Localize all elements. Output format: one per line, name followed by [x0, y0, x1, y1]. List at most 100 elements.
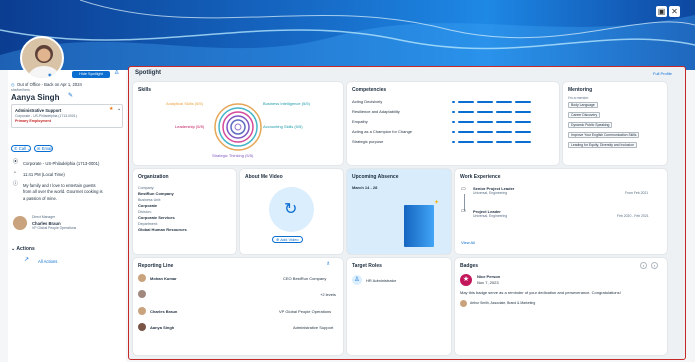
status-text: Out of Office - Back on Apr 1, 2024: [17, 82, 82, 87]
person-icon[interactable]: ♙: [114, 70, 119, 76]
skills-title: Skills: [138, 87, 152, 93]
all-actions-link[interactable]: All Actions: [38, 259, 57, 264]
call-label: Call: [18, 146, 26, 151]
competency-level-segment: [458, 130, 474, 133]
organization-card: Organization Company: BestRun Company Bu…: [133, 169, 236, 254]
header-banner: ▣ ✕: [0, 0, 695, 70]
absence-title: Upcoming Absence: [352, 174, 399, 180]
organization-title: Organization: [138, 174, 169, 180]
competency-level-segment: [515, 100, 531, 103]
actions-toggle[interactable]: ⌄ Actions: [11, 247, 35, 252]
mentor-tag: Leading for Equity, Diversity and Inclus…: [568, 142, 637, 148]
report-title: Administrative Support: [293, 324, 334, 330]
mentoring-title: Mentoring: [568, 87, 593, 93]
competency-name: Strategic purpose: [352, 139, 384, 144]
all-actions-icon: ↗: [24, 257, 30, 263]
job-card[interactable]: Administrative Support Corporate - US-Ph…: [11, 104, 123, 128]
competency-level-segment: [477, 140, 493, 143]
competency-name: Empathy: [352, 119, 368, 124]
profile-sidebar: ◉ Hide Spotlight ♙ ◷ Out of Office - Bac…: [8, 36, 126, 362]
competency-level-segment: [515, 110, 531, 113]
sparkle-icon: ✦: [434, 200, 440, 206]
report-name[interactable]: Mohan Kumar: [150, 276, 177, 281]
job-title: Administrative Support: [15, 108, 62, 113]
badges-title: Badges: [460, 263, 479, 269]
giver-avatar: [460, 300, 467, 307]
banner-art: [0, 0, 695, 70]
actions-title: Actions: [16, 246, 35, 252]
competency-level-segment: [477, 100, 493, 103]
full-profile-link[interactable]: Full Profile: [653, 71, 672, 76]
avatar: [138, 290, 146, 298]
report-title[interactable]: +2 levels: [320, 292, 336, 297]
mentor-tag: Improve Your English Communication Skill…: [568, 132, 640, 138]
location-text: Corporate - US-Philadelphia (1713-0001): [23, 160, 100, 166]
add-video-label: Add Video: [280, 237, 299, 242]
competency-level-segment: [458, 120, 474, 123]
skill-label: Leadership (5/5): [175, 124, 205, 129]
work-title: Work Experience: [460, 174, 501, 180]
mentor-tag: Career Discovery: [568, 112, 601, 118]
location-icon: ⦿: [13, 159, 19, 165]
report-name[interactable]: Aanya Singh: [150, 325, 174, 330]
bio: My family and I love to entertain guests…: [23, 183, 103, 203]
report-title: CEO BestRun Company: [283, 275, 327, 281]
absence-dates: March 14 - 28: [352, 185, 378, 190]
star-icon: ★: [109, 106, 114, 112]
competencies-card: Competencies Acting Decisively Resilience…: [347, 82, 559, 165]
badge-name: Nice Person: [477, 274, 501, 279]
competency-level-segment: [452, 110, 455, 113]
competency-level-segment: [452, 120, 455, 123]
competency-level-segment: [452, 130, 455, 133]
badge-date: Nov 7, 2023: [477, 279, 499, 285]
camera-icon[interactable]: ◉: [48, 72, 52, 77]
role-name[interactable]: HR Administrator: [366, 278, 396, 283]
report-title: VP Global People Operations: [279, 308, 332, 314]
hide-spotlight-button[interactable]: Hide Spotlight: [72, 71, 110, 78]
add-video-button[interactable]: ⊕ Add Video: [272, 236, 303, 243]
avatar: [20, 36, 64, 80]
skill-label: Accounting Skills (5/5): [263, 124, 303, 129]
bu-value: Corporate: [138, 203, 158, 208]
skills-card: Skills Analytical Skills (5/5) Business …: [133, 82, 343, 165]
manager-name[interactable]: Charles Braun: [32, 221, 61, 226]
reporting-line-card: Reporting Line ♗ Mohan Kumar CEO BestRun…: [133, 258, 343, 355]
mentor-tag: Dynamic Public Speaking: [568, 122, 613, 128]
about-title: About Me Video: [245, 174, 283, 180]
next-badge-button[interactable]: ›: [651, 262, 658, 269]
view-all-link[interactable]: View All: [461, 240, 475, 245]
competency-level-segment: [496, 130, 512, 133]
badge-icon: ★: [460, 274, 472, 286]
role-icon: ♙: [352, 275, 362, 285]
avatar: [138, 323, 146, 331]
badge-giver: Arthur Smith, Associate, Brand & Marketi…: [470, 301, 536, 305]
work-experience-card: Work Experience ▭ Senior Project Leader …: [455, 169, 667, 254]
close-icon[interactable]: ✕: [669, 6, 680, 17]
edit-icon[interactable]: ✎: [68, 93, 73, 99]
skill-label: Strategic Thinking (5/5): [212, 153, 254, 158]
work-org: Universal, Engineering: [473, 214, 508, 218]
chevron-down-icon[interactable]: ⌄: [117, 107, 121, 112]
call-button[interactable]: ✆ Call ⌄: [11, 145, 31, 152]
competency-level-segment: [477, 110, 493, 113]
video-illustration: ↻: [269, 187, 314, 232]
manager-avatar: [13, 216, 27, 230]
skill-label: Analytical Skills (5/5): [166, 101, 203, 106]
work-org: Universal, Engineering: [473, 191, 508, 195]
report-name[interactable]: Charles Braun: [150, 309, 177, 314]
competency-name: Acting as a Champion for Change: [352, 129, 413, 134]
org-chart-icon[interactable]: ♗: [326, 262, 330, 267]
prev-badge-button[interactable]: ‹: [640, 262, 647, 269]
work-icon: ▭: [461, 186, 466, 192]
work-icon: ▭: [461, 208, 466, 214]
bio-line: a passion of mine.: [23, 195, 57, 201]
spotlight-panel: Spotlight Full Profile Skills Analytical…: [128, 66, 686, 360]
email-button[interactable]: ✉ Email: [34, 145, 53, 152]
competency-level-segment: [458, 100, 474, 103]
badges-card: Badges ‹ › ★ Nice Person Nov 7, 2023 May…: [455, 258, 667, 355]
competency-level-segment: [458, 110, 474, 113]
badge-message: May this badge serve as a reminder of yo…: [460, 290, 621, 295]
competency-name: Acting Decisively: [352, 99, 383, 104]
image-icon[interactable]: ▣: [656, 6, 667, 17]
app-root: ▣ ✕ ◉ Hide Spotlight ♙ ◷ Out of Office -…: [0, 0, 695, 362]
